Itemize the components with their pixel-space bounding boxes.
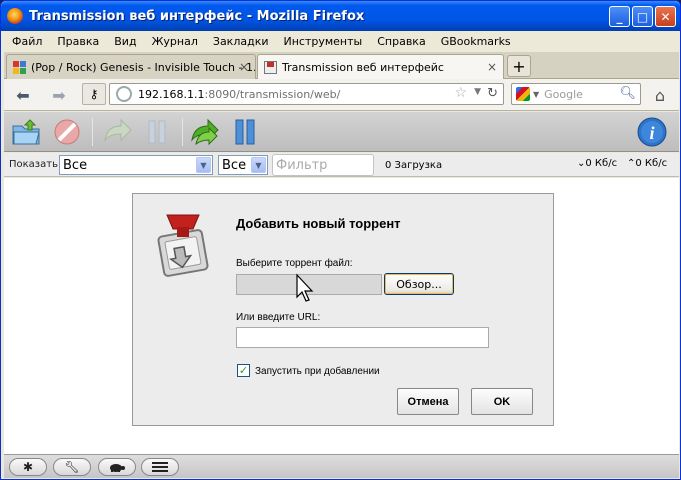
status-filter-select[interactable]: Все ▼ bbox=[59, 155, 213, 175]
url-label: Или введите URL: bbox=[236, 312, 321, 323]
transmission-toolbar: i bbox=[4, 112, 679, 152]
file-label: Выберите торрент файл: bbox=[236, 258, 353, 269]
tab-close-icon[interactable]: × bbox=[487, 60, 497, 74]
torrent-count: 0 Загрузка bbox=[385, 160, 443, 171]
download-speed: ⌄0 Кб/с bbox=[577, 158, 617, 169]
tab-transmission[interactable]: Transmission веб интерфейс × bbox=[257, 54, 504, 80]
pause-icon[interactable] bbox=[141, 116, 173, 148]
browser-window: Transmission веб интерфейс - Mozilla Fir… bbox=[0, 0, 681, 480]
search-icon[interactable]: 🔍︎ bbox=[619, 86, 636, 101]
pause-all-icon[interactable] bbox=[231, 116, 263, 148]
dialog-title: Добавить новый торрент bbox=[236, 216, 401, 231]
url-input[interactable] bbox=[236, 327, 489, 348]
title-bar: Transmission веб интерфейс - Mozilla Fir… bbox=[1, 1, 680, 31]
show-label: Показать bbox=[9, 159, 58, 170]
ok-button[interactable]: OK bbox=[471, 388, 533, 415]
filter-placeholder: Фильтр bbox=[276, 157, 328, 173]
resume-all-icon[interactable] bbox=[190, 116, 222, 148]
menu-history[interactable]: Журнал bbox=[144, 35, 205, 48]
toolbar-separator bbox=[92, 118, 93, 146]
menu-bar: Файл Правка Вид Журнал Закладки Инструме… bbox=[4, 31, 679, 52]
filter-bar: Показать Все ▼ Все ▼ Фильтр 0 Загрузка ⌄… bbox=[4, 153, 679, 177]
remove-torrent-icon[interactable] bbox=[51, 116, 83, 148]
tracker-filter-value: Все bbox=[222, 157, 247, 173]
menu-bookmarks[interactable]: Закладки bbox=[205, 35, 276, 48]
mouse-cursor-icon bbox=[296, 273, 314, 302]
upload-speed-value: 0 Кб/с bbox=[635, 158, 668, 169]
transmission-favicon-icon bbox=[264, 61, 277, 74]
search-bar[interactable]: ▼ Google 🔍︎ bbox=[511, 83, 641, 105]
info-icon[interactable]: i bbox=[636, 116, 668, 148]
download-speed-value: 0 Кб/с bbox=[585, 158, 618, 169]
chevron-down-icon: ▼ bbox=[196, 157, 211, 173]
transmission-logo-icon bbox=[157, 214, 209, 277]
tab-bar: (Pop / Rock) Genesis - Invisible Touch -… bbox=[4, 52, 679, 80]
maximize-button[interactable]: □ bbox=[632, 6, 653, 27]
tab-label: Transmission веб интерфейс bbox=[282, 61, 444, 74]
svg-text:i: i bbox=[649, 123, 654, 143]
menu-tools[interactable]: Инструменты bbox=[276, 35, 370, 48]
key-icon[interactable]: ⚷ bbox=[82, 83, 106, 105]
reload-icon[interactable]: ↻ bbox=[487, 86, 498, 101]
menu-view[interactable]: Вид bbox=[106, 35, 143, 48]
forward-arrow-icon[interactable]: ➡ bbox=[48, 85, 70, 105]
url-path: :8090/transmission/web/ bbox=[204, 87, 341, 101]
upload-speed: ⌃0 Кб/с bbox=[627, 158, 667, 169]
window-title: Transmission веб интерфейс - Mozilla Fir… bbox=[29, 8, 365, 24]
search-placeholder: Google bbox=[544, 87, 583, 101]
google-engine-icon[interactable] bbox=[516, 87, 530, 101]
firefox-icon bbox=[7, 8, 23, 24]
tab-label: (Pop / Rock) Genesis - Invisible Touch -… bbox=[31, 60, 256, 74]
close-button[interactable]: ✕ bbox=[655, 6, 676, 27]
home-icon[interactable]: ⌂ bbox=[649, 84, 671, 106]
toolbar-separator bbox=[182, 118, 183, 146]
start-when-added-label: Запустить при добавлении bbox=[255, 366, 380, 377]
start-when-added-checkbox[interactable]: ✓ bbox=[237, 364, 250, 377]
url-dropdown-icon[interactable]: ▼ bbox=[474, 87, 481, 97]
url-host: 192.168.1.1 bbox=[138, 87, 205, 101]
tracker-filter-select[interactable]: Все ▼ bbox=[218, 155, 268, 175]
navigation-bar: ⬅ ➡ ⚷ 192.168.1.1:8090/transmission/web/… bbox=[4, 79, 679, 111]
window-controls: _ □ ✕ bbox=[609, 6, 676, 27]
cancel-button[interactable]: Отмена bbox=[397, 388, 459, 415]
settings-gear-icon[interactable]: ✱ bbox=[9, 458, 47, 476]
search-engine-dropdown-icon[interactable]: ▼ bbox=[533, 90, 539, 99]
add-torrent-dialog: Добавить новый торрент Выберите торрент … bbox=[132, 193, 554, 426]
menu-edit[interactable]: Правка bbox=[49, 35, 106, 48]
wrench-icon[interactable]: 🔧︎ bbox=[53, 458, 91, 476]
menu-help[interactable]: Справка bbox=[369, 35, 432, 48]
filter-input[interactable]: Фильтр bbox=[272, 154, 374, 176]
chevron-down-icon: ▼ bbox=[251, 157, 266, 173]
bottom-toolbar: ✱ 🔧︎ bbox=[4, 454, 679, 478]
menu-gbookmarks[interactable]: GBookmarks bbox=[433, 35, 518, 48]
menu-file[interactable]: Файл bbox=[4, 35, 49, 48]
turtle-shape bbox=[110, 464, 125, 472]
bookmark-star-icon[interactable]: ☆ bbox=[454, 85, 467, 101]
tab-close-icon[interactable]: × bbox=[239, 60, 249, 74]
turtle-icon[interactable] bbox=[98, 458, 136, 476]
resume-icon[interactable] bbox=[101, 116, 133, 148]
site-favicon-icon bbox=[13, 60, 26, 74]
minimize-button[interactable]: _ bbox=[609, 6, 630, 27]
browse-button[interactable]: Обзор... bbox=[384, 273, 454, 295]
list-icon[interactable] bbox=[141, 458, 179, 476]
site-identity-icon bbox=[116, 86, 132, 102]
new-tab-button[interactable]: + bbox=[507, 55, 531, 77]
url-bar[interactable]: 192.168.1.1:8090/transmission/web/ ☆ ▼ ↻ bbox=[109, 83, 504, 105]
back-arrow-icon[interactable]: ⬅ bbox=[12, 85, 34, 105]
torrent-list-area: Добавить новый торрент Выберите торрент … bbox=[4, 178, 679, 454]
tab-genesis[interactable]: (Pop / Rock) Genesis - Invisible Touch -… bbox=[6, 54, 256, 79]
open-torrent-icon[interactable] bbox=[10, 116, 42, 148]
list-lines bbox=[152, 462, 168, 472]
status-filter-value: Все bbox=[63, 157, 88, 173]
url-text: 192.168.1.1:8090/transmission/web/ bbox=[138, 88, 340, 101]
